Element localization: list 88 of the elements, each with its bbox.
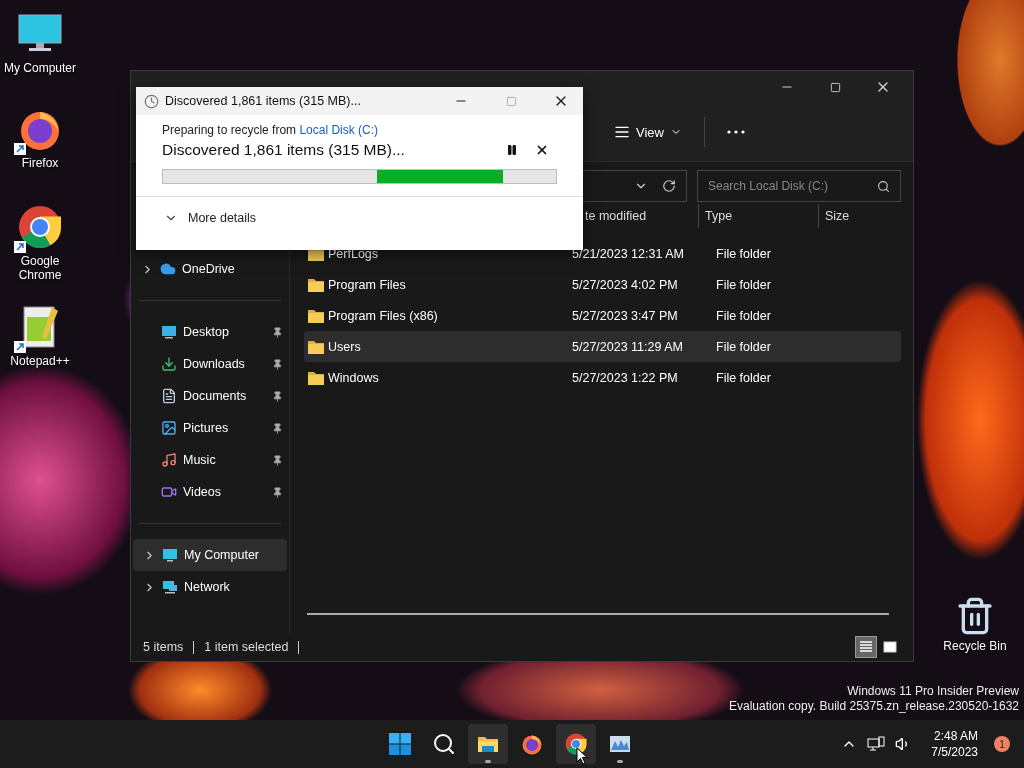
close-icon [535, 143, 549, 157]
folder-icon [308, 339, 324, 354]
scrollbar[interactable] [307, 613, 889, 615]
preview-view-icon [883, 641, 897, 653]
date-cell-text: 5/27/2023 11:29 AM [572, 339, 684, 354]
file-name: Program Files [328, 277, 406, 292]
date-cell-text: 5/27/2023 4:02 PM [572, 277, 679, 292]
pin-icon [272, 326, 283, 338]
date-cell-text: 5/27/2023 1:22 PM [572, 370, 679, 385]
mouse-cursor-icon [576, 747, 588, 765]
file-row[interactable]: Program Files (x86) 5/27/2023 3:47 PM File folder [304, 300, 901, 331]
column-header[interactable]: Size [818, 204, 894, 228]
source-link[interactable]: Local Disk (C:) [299, 123, 379, 137]
sidebar-item[interactable]: My Computer [133, 539, 287, 571]
type-cell-text: File folder [716, 246, 772, 261]
edition-notice: Windows 11 Pro Insider Preview [847, 684, 1019, 699]
more-icon [727, 130, 745, 134]
cloud-icon [160, 261, 176, 277]
column-header[interactable]: Type [698, 204, 818, 228]
chrome-icon [564, 732, 588, 756]
download-icon [161, 356, 177, 372]
more-details-button[interactable]: More details [162, 209, 259, 227]
folder-icon [308, 370, 324, 385]
date-cell-text: 5/27/2023 3:47 PM [572, 308, 679, 323]
sidebar-item[interactable]: Music [131, 444, 289, 476]
lines-icon [614, 124, 631, 140]
selection-count: 1 item selected [204, 640, 289, 654]
running-indicator [485, 760, 491, 763]
video-icon [161, 484, 177, 500]
chrome-icon [16, 203, 64, 251]
recycle-source-text: Preparing to recycle from Local Disk (C:) [162, 123, 380, 137]
search-icon [877, 179, 890, 193]
file-name: Program Files (x86) [328, 308, 438, 323]
type-cell-text: File folder [716, 339, 772, 354]
monitor-icon [162, 547, 178, 563]
pin-icon [272, 358, 283, 370]
windows-logo-icon [388, 732, 412, 756]
monitor-icon [161, 324, 177, 340]
pin-icon [272, 422, 283, 434]
desktop-icon-label[interactable]: My Computer [4, 61, 76, 75]
sidebar-item[interactable]: Desktop [131, 316, 289, 348]
progress-status: Discovered 1,861 items (315 MB)... [162, 141, 406, 159]
clock-icon [144, 93, 159, 109]
maximize-icon [505, 95, 517, 107]
file-name: Users [328, 339, 361, 354]
notification-badge[interactable]: 1 [994, 736, 1010, 752]
details-view-icon [859, 641, 873, 653]
maximize-icon [829, 81, 841, 93]
pin-icon [272, 390, 283, 402]
file-row[interactable]: Windows 5/27/2023 1:22 PM File folder [304, 362, 901, 393]
refresh-icon[interactable] [662, 179, 676, 193]
taskbar-button[interactable] [556, 724, 596, 764]
desktop-icon-label[interactable]: Google Chrome [0, 254, 80, 282]
type-cell-text: File folder [716, 308, 772, 323]
file-row[interactable]: Program Files 5/27/2023 4:02 PM File folder [304, 269, 901, 300]
network-icon[interactable] [867, 736, 886, 752]
folder-icon [308, 277, 324, 292]
music-icon [161, 452, 177, 468]
type-cell-text: File folder [716, 277, 772, 292]
folder-icon [308, 308, 324, 323]
sidebar-item[interactable]: Videos [131, 476, 289, 508]
picture-icon [161, 420, 177, 436]
desktop-icon-label[interactable]: Recycle Bin [943, 639, 1007, 653]
running-indicator [617, 760, 623, 763]
sidebar-item[interactable]: Pictures [131, 412, 289, 444]
sidebar-item[interactable]: Downloads [131, 348, 289, 380]
pin-icon [272, 486, 283, 498]
file-name: Windows [328, 370, 379, 385]
taskbar-button[interactable] [468, 724, 508, 764]
search-field[interactable]: Search Local Disk (C:) [697, 170, 901, 202]
desktop-icon-label[interactable]: Firefox [21, 156, 59, 170]
item-count: 5 items [143, 640, 184, 654]
sidebar-item[interactable]: Documents [131, 380, 289, 412]
type-cell-text: File folder [716, 370, 772, 385]
search-icon [432, 732, 456, 756]
sidebar-item[interactable]: Network [133, 571, 287, 603]
date-cell-text: 5/21/2023 12:31 AM [572, 246, 685, 261]
document-icon [161, 388, 177, 404]
taskbar-clock[interactable]: 2:48 AM 7/5/2023 [931, 728, 978, 760]
pause-icon [506, 144, 518, 156]
pin-icon [272, 454, 283, 466]
file-row[interactable]: Users 5/27/2023 11:29 AM File folder [304, 331, 901, 362]
desktop-icon-label[interactable]: Notepad++ [10, 354, 70, 368]
edition-notice: Evaluation copy. Build 25375.zn_release.230520-1632 [729, 699, 1019, 714]
network-icon [162, 579, 178, 595]
dialog-title: Discovered 1,861 items (315 MB)... [165, 94, 362, 108]
view-button[interactable]: View [606, 118, 690, 146]
sidebar-item[interactable]: OneDrive [131, 253, 289, 285]
